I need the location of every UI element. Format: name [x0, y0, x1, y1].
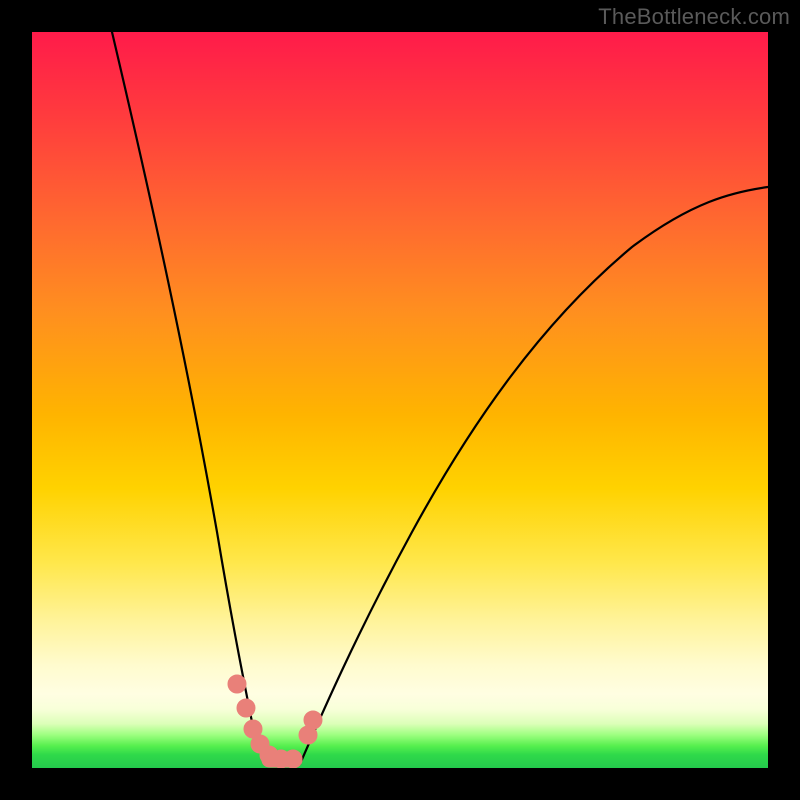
trough-marker-group: [228, 675, 322, 768]
curve-right-limb: [300, 187, 768, 764]
watermark-text: TheBottleneck.com: [598, 4, 790, 30]
curve-left-limb: [112, 32, 267, 764]
trough-marker: [228, 675, 246, 693]
trough-marker: [237, 699, 255, 717]
chart-frame: TheBottleneck.com: [0, 0, 800, 800]
trough-bar: [262, 753, 302, 767]
plot-area: [32, 32, 768, 768]
trough-marker: [304, 711, 322, 729]
bottleneck-curve: [32, 32, 768, 768]
